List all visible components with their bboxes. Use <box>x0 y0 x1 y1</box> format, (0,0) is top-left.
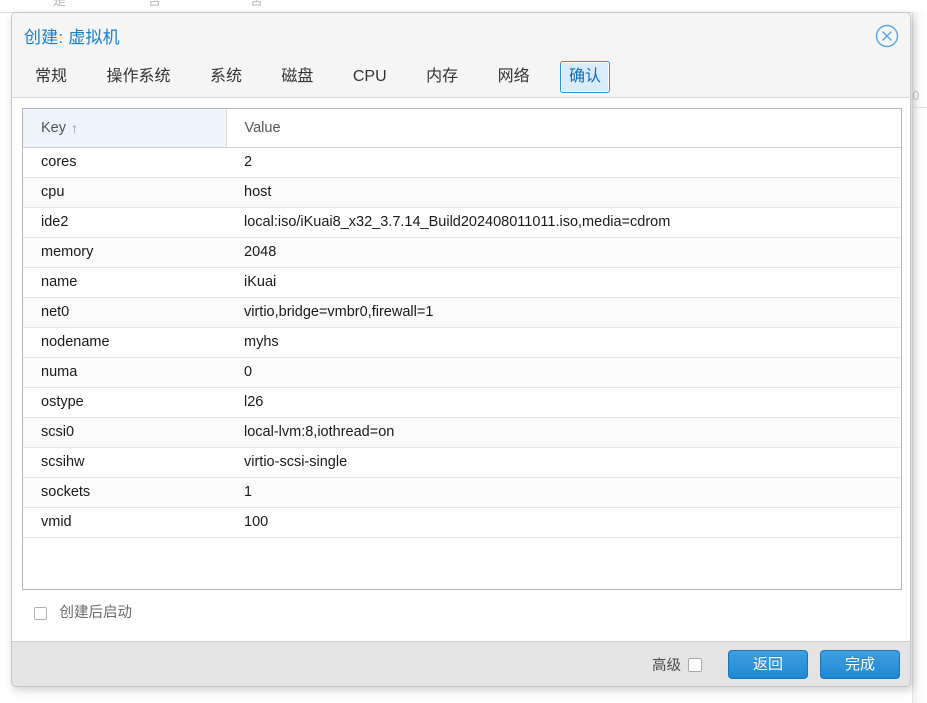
summary-table-body: cores 2 cpu host ide2 local:iso/iKuai8_x32_… <box>23 147 901 538</box>
tab-os[interactable]: 操作系统 <box>97 61 179 93</box>
row-key: vmid <box>23 507 226 538</box>
background-right-panel <box>912 12 927 703</box>
advanced-checkbox[interactable] <box>687 657 702 672</box>
row-value: local-lvm:8,iothread=on <box>226 417 901 448</box>
finish-button[interactable]: 完成 <box>819 650 900 679</box>
summary-grid: Key ↑ Value cores 2 cpu host ide2 local:iso/… <box>22 108 902 590</box>
row-key: name <box>23 267 226 298</box>
summary-table: Key ↑ Value cores 2 cpu host ide2 local:iso/… <box>23 109 901 538</box>
dialog-tab-bar: 常规 操作系统 系统 磁盘 CPU 内存 网络 确认 <box>12 58 910 98</box>
footer-controls: 高级 返回 完成 <box>651 642 900 686</box>
row-value: 1 <box>226 477 901 508</box>
row-key: numa <box>23 357 226 388</box>
row-key: scsi0 <box>23 417 226 448</box>
sort-ascending-icon: ↑ <box>71 120 78 137</box>
row-value: iKuai <box>226 267 901 298</box>
back-button[interactable]: 返回 <box>727 650 808 679</box>
row-value: 0 <box>226 357 901 388</box>
table-row[interactable]: name iKuai <box>23 267 901 298</box>
start-after-create-checkbox[interactable] <box>34 606 47 620</box>
start-after-create-row: 创建后启动 <box>22 604 900 626</box>
table-row[interactable]: cpu host <box>23 177 901 208</box>
dialog-footer: 高级 返回 完成 <box>12 641 910 686</box>
tab-cpu[interactable]: CPU <box>344 61 396 93</box>
row-key: memory <box>23 237 226 268</box>
advanced-label: 高级 <box>651 658 681 674</box>
row-key: ide2 <box>23 207 226 238</box>
create-vm-dialog: 创建: 虚拟机 常规 操作系统 系统 磁盘 CPU 内存 网络 确认 Key ↑ <box>11 12 911 687</box>
dialog-header: 创建: 虚拟机 <box>12 13 910 58</box>
column-header-key-label: Key <box>41 120 66 137</box>
table-row[interactable]: net0 virtio,bridge=vmbr0,firewall=1 <box>23 297 901 328</box>
table-row[interactable]: scsi0 local-lvm:8,iothread=on <box>23 417 901 448</box>
row-value: 2048 <box>226 237 901 268</box>
row-value: virtio-scsi-single <box>226 447 901 478</box>
row-value: l26 <box>226 387 901 418</box>
tab-system[interactable]: 系统 <box>201 61 251 93</box>
row-key: sockets <box>23 477 226 508</box>
start-after-create-label: 创建后启动 <box>59 605 132 621</box>
row-value: local:iso/iKuai8_x32_3.7.14_Build2024080… <box>226 207 901 238</box>
dialog-title: 创建: 虚拟机 <box>24 28 120 47</box>
table-row[interactable]: vmid 100 <box>23 507 901 538</box>
column-header-value[interactable]: Value <box>226 109 901 148</box>
background-right-divider <box>912 107 927 108</box>
tab-confirm[interactable]: 确认 <box>560 61 611 93</box>
column-header-key[interactable]: Key ↑ <box>23 109 227 148</box>
tab-memory[interactable]: 内存 <box>417 61 467 93</box>
table-row[interactable]: memory 2048 <box>23 237 901 268</box>
table-row[interactable]: numa 0 <box>23 357 901 388</box>
row-key: net0 <box>23 297 226 328</box>
background-cut-text-1: 否 <box>148 0 162 8</box>
background-cut-text-2: 否 <box>250 0 264 8</box>
row-value: 2 <box>226 147 901 178</box>
row-value: host <box>226 177 901 208</box>
column-header-value-label: Value <box>244 119 281 136</box>
background-cut-text-0: 是 <box>53 0 67 8</box>
tab-general[interactable]: 常规 <box>26 61 76 93</box>
table-header-row: Key ↑ Value <box>23 109 901 148</box>
row-value: virtio,bridge=vmbr0,firewall=1 <box>226 297 901 328</box>
table-row[interactable]: ostype l26 <box>23 387 901 418</box>
row-key: scsihw <box>23 447 226 478</box>
row-key: cores <box>23 147 226 178</box>
row-value: 100 <box>226 507 901 538</box>
table-row[interactable]: sockets 1 <box>23 477 901 508</box>
row-key: cpu <box>23 177 226 208</box>
table-row[interactable]: cores 2 <box>23 147 901 178</box>
close-circle-icon[interactable] <box>874 23 900 49</box>
row-key: ostype <box>23 387 226 418</box>
table-row[interactable]: ide2 local:iso/iKuai8_x32_3.7.14_Build202… <box>23 207 901 238</box>
table-row[interactable]: scsihw virtio-scsi-single <box>23 447 901 478</box>
tab-disks[interactable]: 磁盘 <box>272 61 322 93</box>
tab-network[interactable]: 网络 <box>489 61 539 93</box>
table-row[interactable]: nodename myhs <box>23 327 901 358</box>
dialog-body: Key ↑ Value cores 2 cpu host ide2 local:iso/… <box>12 98 910 642</box>
row-key: nodename <box>23 327 226 358</box>
row-value: myhs <box>226 327 901 358</box>
